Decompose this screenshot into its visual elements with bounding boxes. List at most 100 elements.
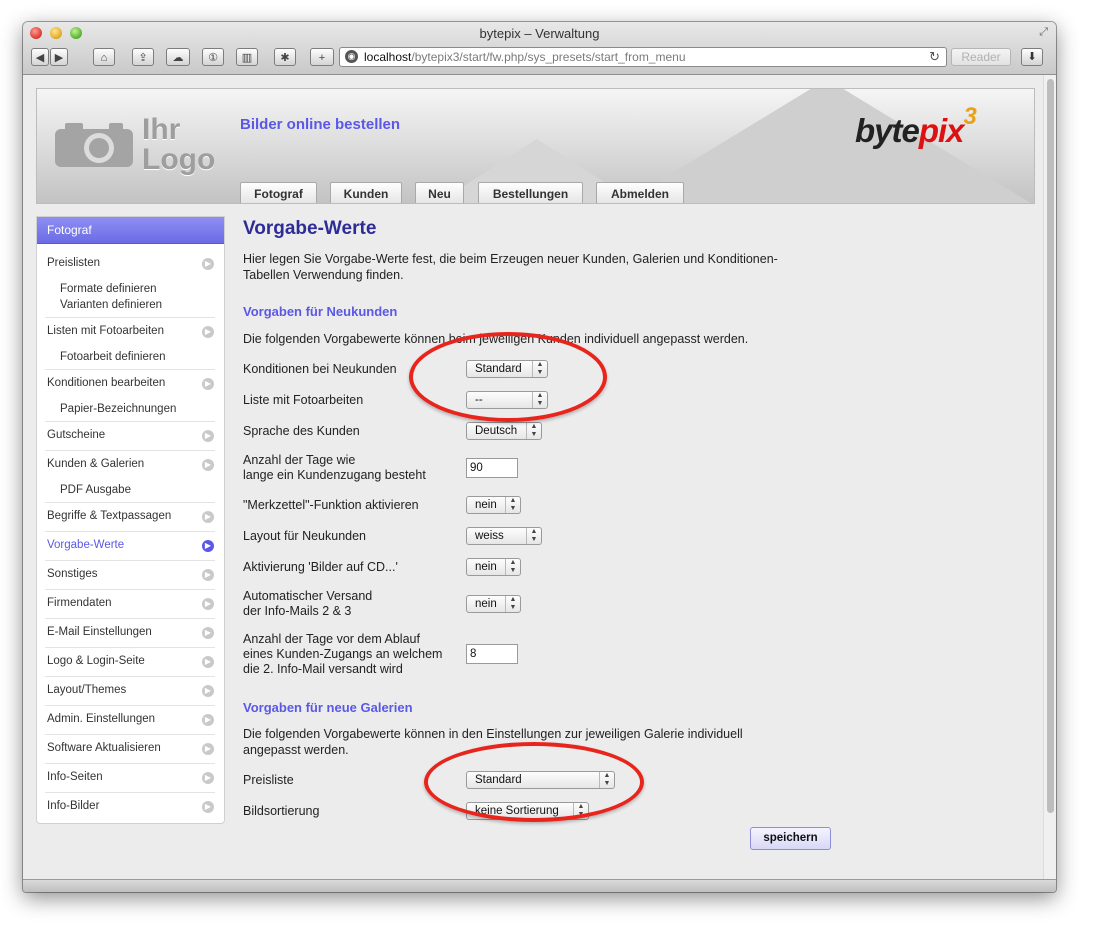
section-heading-neukunden: Vorgaben für Neukunden	[243, 304, 398, 319]
field-label: Anzahl der Tage vor dem Ablauf eines Kun…	[243, 632, 442, 677]
intro-text: Hier legen Sie Vorgabe-Werte fest, die b…	[243, 251, 833, 283]
window-title: bytepix – Verwaltung	[479, 26, 600, 41]
fullscreen-icon[interactable]: ⤢	[1039, 26, 1048, 39]
home-icon[interactable]: ⌂	[93, 48, 115, 66]
sidebar-divider	[45, 421, 215, 422]
sidebar-divider	[45, 647, 215, 648]
field-label-line: Anzahl der Tage vor dem Ablauf	[243, 632, 420, 646]
field-label-line: Anzahl der Tage wie	[243, 453, 356, 467]
sidebar-item-label: Fotoarbeit definieren	[60, 351, 166, 363]
merkzettel-select[interactable]: nein ▲ ▼	[466, 496, 521, 514]
status-bar	[23, 879, 1056, 892]
chevron-right-icon: ▶	[202, 656, 214, 668]
sidebar-item-label: Kunden & Galerien	[47, 458, 145, 470]
icloud-tabs-icon[interactable]: ☁	[166, 48, 190, 66]
field-label: Sprache des Kunden	[243, 424, 360, 438]
sidebar-title: Fotograf	[37, 217, 224, 244]
select-arrows-icon: ▲ ▼	[505, 559, 520, 575]
sidebar-divider	[45, 763, 215, 764]
site-tagline: Bilder online bestellen	[240, 116, 401, 133]
nav-neu-button[interactable]: Neu	[415, 182, 464, 203]
chevron-right-icon: ▶	[202, 714, 214, 726]
url-path: /bytepix3/start/fw.php/sys_presets/start…	[411, 50, 686, 64]
save-button[interactable]: speichern	[750, 827, 831, 850]
bilder-auf-cd-select[interactable]: nein ▲ ▼	[466, 558, 521, 576]
onepassword-icon[interactable]: ①	[202, 48, 224, 66]
sidebar-item-label: Varianten definieren	[60, 299, 163, 311]
page-content: Ihr Logo Bilder online bestellen bytepix…	[23, 75, 1043, 879]
sidebar-divider	[45, 502, 215, 503]
scrollbar-thumb[interactable]	[1047, 79, 1054, 813]
sidebar-item-label: Gutscheine	[47, 429, 106, 441]
sprache-select[interactable]: Deutsch ▲ ▼	[466, 422, 542, 440]
sidebar-divider	[45, 531, 215, 532]
extension-icon[interactable]: ▥	[236, 48, 258, 66]
reload-icon[interactable]: ↻	[929, 48, 940, 66]
sidebar-divider	[45, 676, 215, 677]
chevron-right-icon: ▶	[202, 511, 214, 523]
address-bar[interactable]: ◉ localhost/bytepix3/start/fw.php/sys_pr…	[339, 47, 947, 67]
field-label: Preisliste	[243, 773, 294, 787]
puzzle-extension-icon[interactable]: ✱	[274, 48, 296, 66]
sidebar-item-label: Formate definieren	[60, 283, 157, 295]
sidebar-divider	[45, 560, 215, 561]
chevron-right-icon: ▶	[202, 430, 214, 442]
camera-logo-icon	[55, 123, 133, 167]
field-label-line: die 2. Info-Mail versandt wird	[243, 662, 403, 676]
sidebar-item-label: Layout/Themes	[47, 684, 127, 696]
brand-part-2: pix	[918, 112, 965, 149]
field-label: Konditionen bei Neukunden	[243, 362, 397, 376]
sidebar-item-label: Vorgabe-Werte	[47, 539, 125, 551]
new-tab-icon[interactable]: +	[310, 48, 334, 66]
sidebar-item-label: Admin. Einstellungen	[47, 713, 156, 725]
sidebar-divider	[45, 369, 215, 370]
layout-select[interactable]: weiss ▲ ▼	[466, 527, 542, 545]
chevron-right-icon: ▶	[202, 772, 214, 784]
intro-line: Hier legen Sie Vorgabe-Werte fest, die b…	[243, 252, 778, 266]
share-icon[interactable]: ⇪	[132, 48, 154, 66]
brand-version: 3	[963, 103, 977, 130]
select-arrows-icon: ▲ ▼	[505, 596, 520, 612]
chevron-right-icon: ▶	[202, 378, 214, 390]
sidebar-item-label: Firmendaten	[47, 597, 112, 609]
select-value: nein	[475, 598, 497, 610]
nav-fotograf-button[interactable]: Fotograf	[240, 182, 317, 203]
logo-line-1: Ihr	[142, 113, 181, 146]
sidebar-item-label: E-Mail Einstellungen	[47, 626, 152, 638]
zugang-tage-input[interactable]: 90	[466, 458, 518, 478]
select-arrows-icon: ▲ ▼	[505, 497, 520, 513]
url-host: localhost	[364, 50, 412, 64]
info-mail-versand-select[interactable]: nein ▲ ▼	[466, 595, 521, 613]
select-value: nein	[475, 499, 497, 511]
sidebar-divider	[45, 450, 215, 451]
field-label: "Merkzettel"-Funktion aktivieren	[243, 498, 419, 512]
select-arrows-icon: ▲ ▼	[526, 423, 541, 439]
sidebar-divider	[45, 705, 215, 706]
browser-window: bytepix – Verwaltung ⤢ ◀ ▶ ⌂ ⇪ ☁ ① ▥ ✱ +…	[23, 22, 1056, 892]
sidebar-item-label: Software Aktualisieren	[47, 742, 161, 754]
sidebar-item-label: Listen mit Fotoarbeiten	[47, 325, 164, 337]
sidebar-item-label: Papier-Bezeichnungen	[60, 403, 177, 415]
field-label: Automatischer Versand der Info-Mails 2 &…	[243, 589, 372, 619]
sidebar-item-label: Begriffe & Textpassagen	[47, 510, 172, 522]
logo-line-2: Logo	[142, 143, 216, 176]
highlight-annotation	[424, 742, 644, 822]
back-icon[interactable]: ◀	[31, 48, 49, 66]
sidebar-item-label: Info-Bilder	[47, 800, 100, 812]
field-label: Layout für Neukunden	[243, 529, 367, 543]
chevron-right-icon: ▶	[202, 326, 214, 338]
nav-abmelden-button[interactable]: Abmelden	[596, 182, 684, 203]
chevron-right-icon: ▶	[202, 743, 214, 755]
chevron-right-icon: ▶	[202, 258, 214, 270]
page-title: Vorgabe-Werte	[243, 218, 377, 239]
placeholder-logo: Ihr Logo	[142, 115, 215, 175]
field-label-line: lange ein Kundenzugang besteht	[243, 468, 426, 482]
reader-button[interactable]: Reader	[951, 48, 1011, 66]
vertical-scrollbar[interactable]	[1043, 75, 1056, 879]
sidebar-item-label: Logo & Login-Seite	[47, 655, 145, 667]
forward-icon[interactable]: ▶	[50, 48, 68, 66]
downloads-icon[interactable]: ⬇	[1021, 48, 1043, 66]
nav-kunden-button[interactable]: Kunden	[330, 182, 402, 203]
info-mail-tage-input[interactable]: 8	[466, 644, 518, 664]
nav-bestellungen-button[interactable]: Bestellungen	[478, 182, 583, 203]
